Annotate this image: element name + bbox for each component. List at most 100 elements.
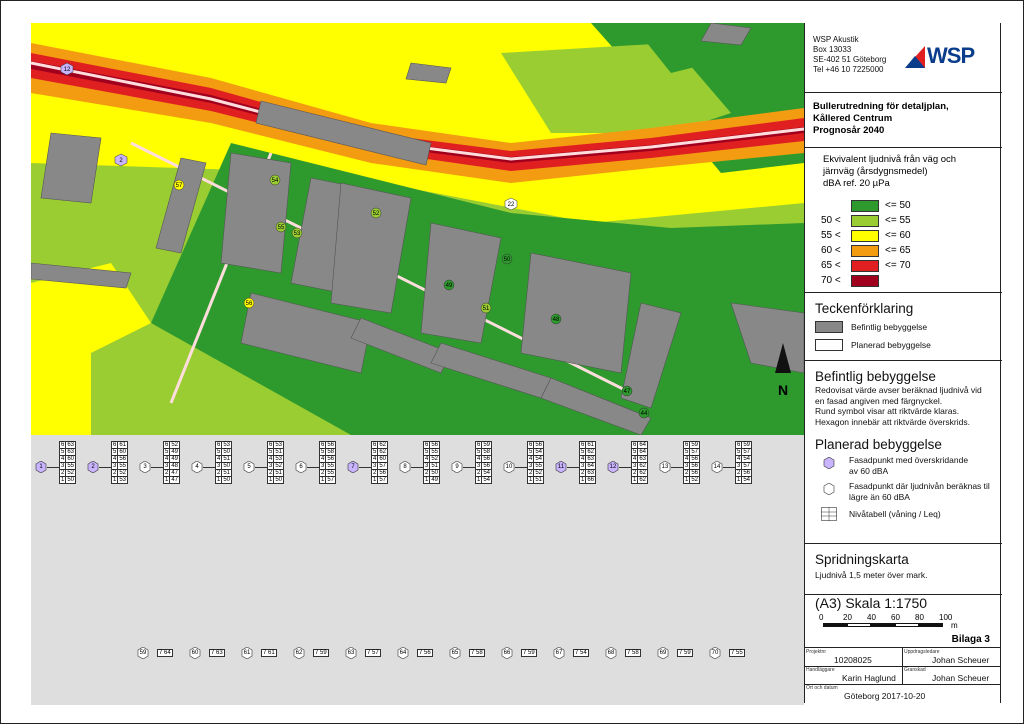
level-cell: 50	[273, 476, 285, 484]
report-title-2: Kållered Centrum	[813, 113, 893, 124]
level-cell: 49	[169, 455, 181, 463]
table-leader	[47, 467, 59, 468]
level-cell: 64	[637, 448, 649, 456]
table-leader	[671, 467, 683, 468]
table-marker: 2	[87, 461, 99, 473]
level-table: 6 53 5 51 4 53 3 52 2 51 1 50	[266, 441, 285, 484]
level-cell: 55	[117, 462, 129, 470]
legend-panel: WSP Akustik Box 13033 SE-402 51 Göteborg…	[804, 23, 1002, 703]
report-title-block: Bullerutredning för detaljplan, Kållered…	[805, 93, 1002, 148]
level-cell: 7 59	[521, 649, 537, 657]
level-cell: 51	[221, 455, 233, 463]
scale-right-1: <= 55	[885, 215, 911, 226]
level-cell: 59	[689, 441, 701, 449]
table-leader	[99, 467, 111, 468]
svg-text:50: 50	[504, 257, 511, 263]
table-marker: 12	[607, 461, 619, 473]
level-cell: 57	[741, 462, 753, 470]
level-cell: 54	[481, 469, 493, 477]
existing-label: Befintlig bebyggelse	[851, 322, 928, 332]
level-table-small: 7 61	[261, 649, 277, 657]
level-table: 6 64 5 64 4 63 3 62 2 62 1 62	[630, 441, 649, 484]
level-cell: 51	[533, 476, 545, 484]
level-table-small: 7 58	[469, 649, 485, 657]
scale-tick-2: 40	[867, 613, 876, 622]
scale-seg-2	[871, 623, 895, 627]
level-table: 6 62 5 62 4 60 3 57 2 56 1 57	[370, 441, 389, 484]
level-cell: 62	[637, 462, 649, 470]
level-cell: 58	[481, 448, 493, 456]
planned-label: Planerad bebyggelse	[851, 340, 931, 350]
svg-text:22: 22	[508, 202, 515, 208]
table-marker: 61	[241, 647, 253, 659]
table-marker: 3	[139, 461, 151, 473]
level-cell: 56	[325, 441, 337, 449]
scale-unit: m	[951, 621, 958, 630]
level-table-small: 7 54	[573, 649, 589, 657]
table-leader	[411, 467, 423, 468]
level-cell: 61	[585, 441, 597, 449]
scale-left-5: 70 <	[821, 275, 841, 286]
scale-swatch-0	[851, 200, 879, 212]
level-cell: 53	[117, 476, 129, 484]
planerad-item3: Nivåtabell (våning / Leq)	[849, 509, 941, 519]
scale-swatch-5	[851, 275, 879, 287]
svg-text:N: N	[778, 382, 788, 398]
level-cell: 50	[429, 469, 441, 477]
level-table-icon	[821, 507, 837, 521]
level-cell: 55	[429, 448, 441, 456]
scale-seg-1	[847, 623, 871, 627]
scale-tick-1: 20	[843, 613, 852, 622]
scale-swatch-1	[851, 215, 879, 227]
scale-swatch-2	[851, 230, 879, 242]
level-cell: 56	[481, 455, 493, 463]
level-cell: 60	[117, 448, 129, 456]
level-tables-area: 1 6 63 5 63 4 60 3 55 2 52 1 50 2 6 61 5 60 4 56 3 55 2 52 1 53 3 6…	[31, 435, 804, 705]
level-cell: 56	[117, 455, 129, 463]
scale-seg-0	[823, 623, 847, 627]
befintlig-block: Befintlig bebyggelse Redovisat värde avs…	[805, 361, 1002, 433]
table-marker: 1	[35, 461, 47, 473]
svg-text:52: 52	[373, 211, 380, 217]
level-cell: 62	[377, 441, 389, 449]
level-cell: 7 59	[677, 649, 693, 657]
level-cell: 50	[65, 476, 77, 484]
table-leader	[463, 467, 475, 468]
report-title-3: Prognosår 2040	[813, 125, 885, 136]
planerad-block: Planerad bebyggelse Fasadpunkt med övers…	[805, 433, 1002, 543]
table-marker: 64	[397, 647, 409, 659]
scale-tick-3: 60	[891, 613, 900, 622]
planerad-item1a: Fasadpunkt med överskridande	[849, 455, 969, 465]
planerad-item2a: Fasadpunkt där ljudnivån beräknas til	[849, 481, 990, 491]
level-cell: 7 54	[573, 649, 589, 657]
level-cell: 51	[221, 469, 233, 477]
level-cell: 51	[429, 462, 441, 470]
level-cell: 52	[65, 469, 77, 477]
table-leader	[203, 467, 215, 468]
level-cell: 54	[533, 455, 545, 463]
level-cell: 50	[221, 448, 233, 456]
svg-text:51: 51	[483, 306, 490, 312]
planerad-item1b: av 60 dBA	[849, 465, 889, 476]
level-cell: 61	[117, 441, 129, 449]
spridning-heading: Spridningskarta	[815, 552, 909, 567]
level-cell: 52	[533, 469, 545, 477]
table-marker: 70	[709, 647, 721, 659]
level-cell: 52	[117, 469, 129, 477]
bilaga-label: Bilaga 3	[951, 634, 990, 645]
svg-text:54: 54	[272, 178, 279, 184]
scale-left-1: 50 <	[821, 215, 841, 226]
scale-seg-3	[895, 623, 919, 627]
level-cell: 62	[377, 448, 389, 456]
level-table-small: 7 59	[521, 649, 537, 657]
table-leader	[255, 467, 267, 468]
ort-value: Göteborg 2017-10-20	[844, 691, 926, 701]
teckenforklaring-heading: Teckenförklaring	[815, 301, 914, 316]
level-cell: 54	[741, 476, 753, 484]
table-marker: 4	[191, 461, 203, 473]
uppdrag-value: Johan Scheuer	[932, 655, 990, 665]
level-cell: 49	[169, 448, 181, 456]
scale-seg-4	[919, 623, 943, 627]
scale-block: (A3) Skala 1:1750 0 20 40 60 80 100 m	[805, 595, 1002, 630]
svg-text:48: 48	[553, 317, 560, 323]
